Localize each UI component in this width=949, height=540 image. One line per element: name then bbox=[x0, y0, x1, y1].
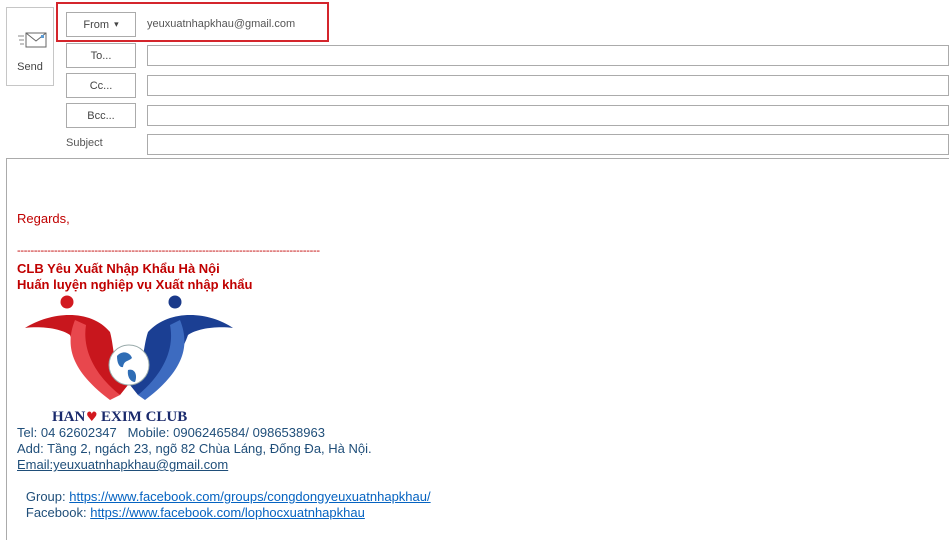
logo-text-right: EXIM CLUB bbox=[101, 409, 187, 425]
signature-divider: ----------------------------------------… bbox=[17, 245, 320, 257]
signature-facebook: Facebook: https://www.facebook.com/lopho… bbox=[17, 489, 365, 521]
regards-text: Regards, bbox=[17, 211, 70, 226]
from-button[interactable]: From ▾ bbox=[66, 12, 136, 37]
heart-icon: ♥ bbox=[86, 410, 98, 425]
from-label: From bbox=[83, 18, 110, 31]
cc-button[interactable]: Cc... bbox=[66, 73, 136, 98]
bcc-field[interactable] bbox=[147, 105, 949, 126]
cc-field[interactable] bbox=[147, 75, 949, 96]
signature-tel: Tel: 04 62602347 Mobile: 0906246584/ 098… bbox=[17, 425, 325, 440]
facebook-link[interactable]: https://www.facebook.com/lophocxuatnhapk… bbox=[90, 505, 365, 520]
logo-text-left: HAN bbox=[52, 409, 86, 425]
to-button[interactable]: To... bbox=[66, 43, 136, 68]
subject-field[interactable] bbox=[147, 134, 949, 155]
send-label: Send bbox=[17, 61, 43, 73]
chevron-down-icon: ▾ bbox=[114, 19, 119, 29]
facebook-label: Facebook: bbox=[25, 505, 91, 520]
bcc-button[interactable]: Bcc... bbox=[66, 103, 136, 128]
subject-label: Subject bbox=[66, 137, 103, 149]
signature-address: Add: Tầng 2, ngách 23, ngõ 82 Chùa Láng,… bbox=[17, 441, 372, 456]
club-name: CLB Yêu Xuất Nhập Khẩu Hà Nội bbox=[17, 261, 220, 276]
to-field[interactable] bbox=[147, 45, 949, 66]
send-button[interactable]: Send bbox=[6, 7, 54, 86]
hanexim-club-logo: HAN ♥ EXIM CLUB bbox=[25, 295, 233, 425]
signature-email-link[interactable]: Email:yeuxuatnhapkhau@gmail.com bbox=[17, 457, 228, 473]
from-email: yeuxuatnhapkhau@gmail.com bbox=[147, 18, 296, 30]
send-envelope-icon bbox=[18, 32, 47, 48]
